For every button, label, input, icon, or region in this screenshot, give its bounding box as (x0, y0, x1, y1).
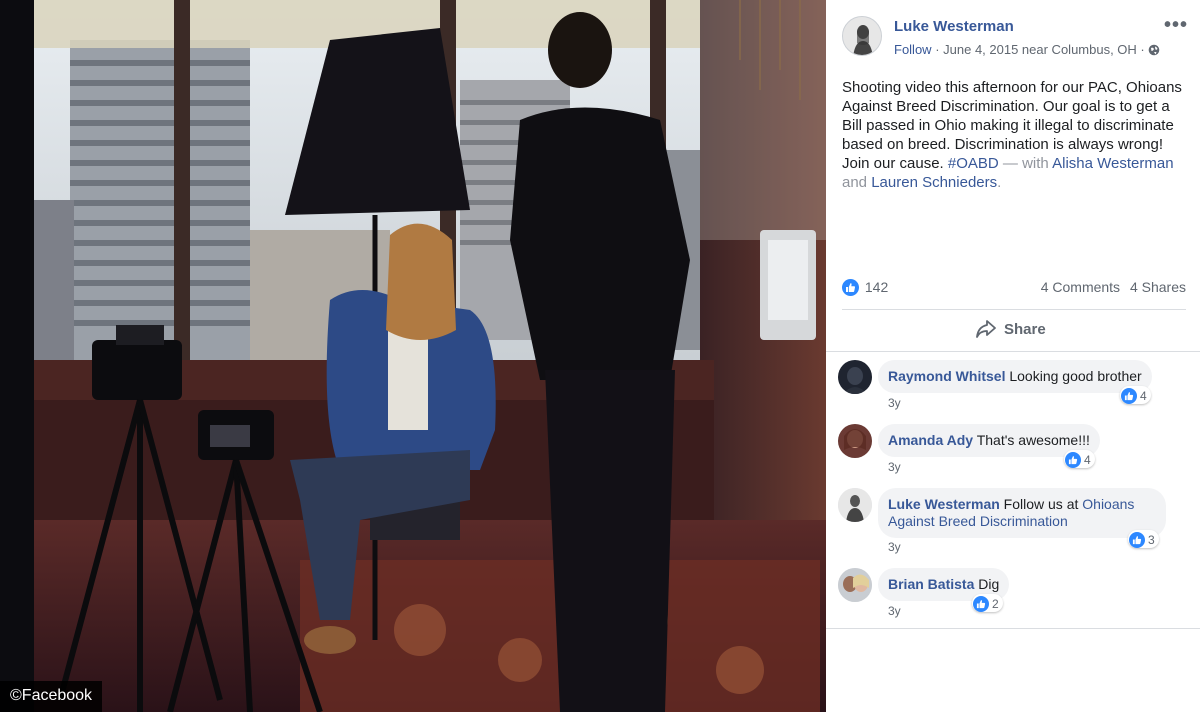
comment-text: Looking good brother (1009, 368, 1142, 384)
commenter-avatar[interactable] (838, 488, 872, 522)
comment-time[interactable]: 3y (888, 604, 901, 618)
comment-reaction-badge[interactable]: 4 (1064, 450, 1095, 468)
share-icon (976, 320, 996, 338)
tagged-user-1[interactable]: Alisha Westerman (1052, 155, 1173, 172)
comment-reaction-badge[interactable]: 2 (972, 594, 1003, 612)
comments-count[interactable]: 4 Comments (1041, 279, 1120, 295)
comment-reaction-badge[interactable]: 3 (1128, 530, 1159, 548)
commenter-avatar[interactable] (838, 424, 872, 458)
photo-illustration (0, 0, 826, 712)
comment-time[interactable]: 3y (888, 396, 901, 410)
comment-reaction-badge[interactable]: 4 (1120, 386, 1151, 404)
hashtag-link[interactable]: #OABD (948, 155, 999, 172)
post-text: Shooting video this afternoon for our PA… (842, 78, 1188, 192)
like-icon (1129, 531, 1145, 548)
share-label: Share (1004, 320, 1046, 338)
post-meta: Follow · June 4, 2015 near Columbus, OH … (894, 42, 1160, 59)
share-button[interactable]: Share (976, 320, 1046, 338)
comment-like-count: 4 (1140, 388, 1147, 403)
comment-like-count: 4 (1084, 452, 1091, 467)
commenter-avatar[interactable] (838, 568, 872, 602)
commenter-name[interactable]: Raymond Whitsel (888, 368, 1005, 384)
more-options-icon[interactable]: ••• (1164, 14, 1188, 37)
copyright-watermark: ©Facebook (0, 681, 103, 712)
divider (826, 628, 1200, 629)
tagged-user-2[interactable]: Lauren Schnieders (871, 174, 997, 191)
comment-like-count: 3 (1148, 532, 1155, 547)
like-icon (1121, 387, 1137, 404)
comment-bubble: Raymond Whitsel Looking good brother (878, 360, 1152, 393)
comment-time[interactable]: 3y (888, 460, 901, 474)
like-icon (973, 595, 989, 612)
meta-separator: · (931, 42, 944, 57)
reactions-bar: 142 4 Comments 4 Shares (842, 278, 1186, 298)
period: . (997, 174, 1002, 191)
comment-text: Follow us at (1003, 496, 1083, 512)
like-icon (1065, 451, 1081, 468)
like-count[interactable]: 142 (865, 279, 888, 295)
meta-separator-2: · (1136, 42, 1149, 57)
follow-link[interactable]: Follow (894, 42, 932, 57)
comment-time[interactable]: 3y (888, 540, 901, 554)
with-label: — with (998, 155, 1053, 172)
post-date-location[interactable]: June 4, 2015 near Columbus, OH (943, 42, 1137, 57)
divider (842, 309, 1186, 310)
commenter-name[interactable]: Amanda Ady (888, 432, 973, 448)
commenter-avatar[interactable] (838, 360, 872, 394)
commenter-name[interactable]: Brian Batista (888, 576, 974, 592)
and-label: and (842, 174, 872, 191)
author-avatar[interactable] (842, 16, 882, 56)
author-name[interactable]: Luke Westerman (894, 18, 1014, 35)
globe-icon (1148, 44, 1160, 59)
post-header: Luke Westerman Follow · June 4, 2015 nea… (842, 14, 1188, 60)
divider (826, 351, 1200, 352)
comment-like-count: 2 (992, 596, 999, 611)
comment-text: Dig (978, 576, 1000, 592)
post-photo[interactable]: ©Facebook (0, 0, 826, 712)
post-panel: Luke Westerman Follow · June 4, 2015 nea… (826, 0, 1200, 712)
like-reaction-icon[interactable] (842, 278, 859, 296)
comment-text: That's awesome!!! (976, 432, 1090, 448)
commenter-name[interactable]: Luke Westerman (888, 496, 1000, 512)
shares-count[interactable]: 4 Shares (1130, 279, 1186, 295)
comment-bubble: Luke Westerman Follow us at Ohioans Agai… (878, 488, 1166, 538)
